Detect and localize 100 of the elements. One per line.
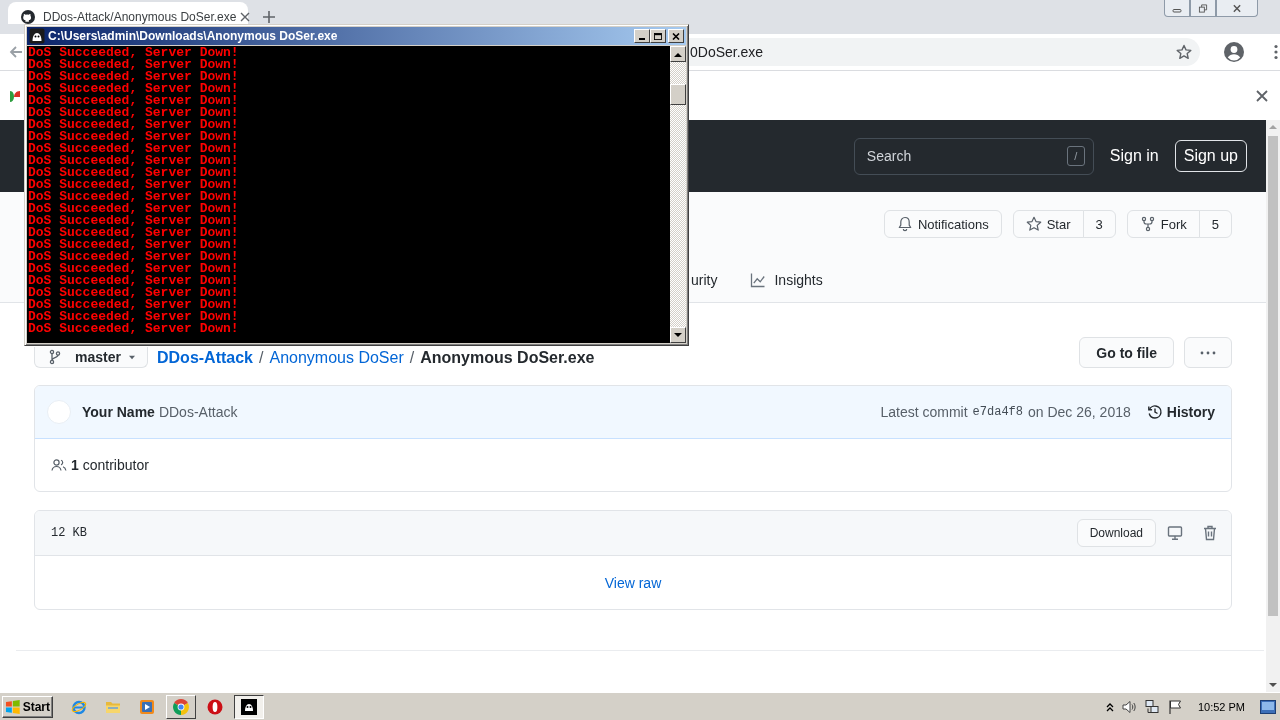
fork-icon (1139, 216, 1156, 232)
console-line: DoS Succeeded, Server Down! (28, 83, 240, 95)
star-count[interactable]: 3 (1082, 210, 1116, 238)
fork-count[interactable]: 5 (1198, 210, 1232, 238)
star-icon (1025, 216, 1042, 232)
repo-tab[interactable]: urity (691, 272, 718, 288)
browser-tab[interactable]: DDos-Attack/Anonymous DoSer.exe (8, 2, 248, 24)
people-icon (51, 457, 67, 473)
close-icon[interactable] (240, 12, 251, 22)
speaker-icon[interactable] (1120, 698, 1137, 715)
breadcrumb-link[interactable]: DDos-Attack (157, 348, 253, 367)
branch-icon (47, 349, 63, 365)
sign-up-button[interactable]: Sign up (1174, 140, 1247, 172)
shortcut-key-hint: / (1066, 146, 1085, 166)
notifications-button[interactable]: Notifications (883, 210, 1002, 238)
flag-icon[interactable] (1166, 698, 1183, 715)
console-line: DoS Succeeded, Server Down! (28, 311, 240, 323)
play-icon (139, 698, 155, 715)
clock[interactable]: 10:52 PM (1197, 700, 1245, 713)
close-icon[interactable] (1256, 89, 1268, 102)
console-line: DoS Succeeded, Server Down! (28, 323, 240, 335)
branch-button[interactable]: master (34, 347, 148, 368)
scrollbar-track[interactable] (1266, 120, 1280, 692)
console-icon (29, 28, 45, 44)
console-line: DoS Succeeded, Server Down! (28, 179, 240, 191)
e-logo-icon (71, 698, 87, 715)
logo-icon (21, 10, 35, 24)
search-field[interactable]: Search / (853, 137, 1094, 175)
fork-button[interactable]: Fork (1126, 210, 1200, 238)
show-desktop-icon[interactable] (1260, 699, 1276, 714)
menu-icon[interactable] (1274, 44, 1278, 60)
commit-message-link[interactable]: DDos-Attack (158, 404, 238, 420)
ring-logo-icon (207, 698, 223, 715)
breadcrumb-separator: / (409, 348, 415, 367)
console-line: DoS Succeeded, Server Down! (28, 167, 240, 179)
windows-flag-icon (5, 698, 21, 715)
network-icon[interactable] (1143, 698, 1160, 715)
chevron-up-icon[interactable] (1105, 701, 1114, 712)
close-icon (672, 32, 680, 40)
console-line: DoS Succeeded, Server Down! (28, 299, 240, 311)
console-line: DoS Succeeded, Server Down! (28, 287, 240, 299)
close-icon (1232, 3, 1242, 13)
scrollbar-thumb[interactable] (670, 84, 686, 105)
more-dots-icon (1200, 350, 1216, 355)
console-line: DoS Succeeded, Server Down! (28, 143, 240, 155)
contributors-link[interactable]: 1 contributor (51, 457, 149, 473)
graph-icon (750, 272, 767, 288)
console-line: DoS Succeeded, Server Down! (28, 215, 240, 227)
commit-date: on Dec 26, 2018 (1028, 404, 1131, 420)
breadcrumb-separator: / (259, 348, 264, 367)
bookmark-star-icon[interactable] (1176, 44, 1192, 60)
account-icon[interactable] (1224, 42, 1244, 62)
history-link[interactable]: History (1146, 404, 1215, 420)
star-button[interactable]: Star (1012, 210, 1084, 238)
console-line: DoS Succeeded, Server Down! (28, 47, 240, 59)
view-raw-link[interactable]: View raw (604, 574, 662, 591)
restore-icon (1198, 3, 1208, 13)
console-line: DoS Succeeded, Server Down! (28, 227, 240, 239)
trash-icon[interactable] (1203, 525, 1217, 541)
file-size: 12 KB (51, 526, 87, 540)
console-line: DoS Succeeded, Server Down! (28, 275, 240, 287)
console-line: DoS Succeeded, Server Down! (28, 203, 240, 215)
scroll-down-button[interactable] (670, 327, 686, 343)
bell-icon (896, 216, 913, 232)
console-scrollbar[interactable] (670, 46, 686, 343)
breadcrumb-link[interactable]: Anonymous DoSer (269, 348, 404, 367)
repo-tab[interactable]: Insights (750, 272, 823, 288)
console-line: DoS Succeeded, Server Down! (28, 95, 240, 107)
console-line: DoS Succeeded, Server Down! (28, 107, 240, 119)
taskbar-app-button[interactable] (234, 694, 264, 719)
download-button[interactable]: Download (1076, 519, 1156, 547)
file-name: Anonymous DoSer.exe (420, 348, 595, 367)
scroll-up-button[interactable] (670, 46, 686, 62)
console-line: DoS Succeeded, Server Down! (28, 191, 240, 203)
console-line: DoS Succeeded, Server Down! (28, 239, 240, 251)
console-line: DoS Succeeded, Server Down! (28, 251, 240, 263)
restore-button[interactable] (1190, 0, 1216, 17)
plus-icon[interactable] (262, 10, 276, 24)
console-icon (241, 698, 257, 715)
round-logo-icon (173, 698, 189, 715)
console-line: DoS Succeeded, Server Down! (28, 263, 240, 275)
back-arrow-icon[interactable] (8, 44, 24, 60)
scrollbar-thumb[interactable] (1268, 136, 1278, 616)
commit-sha-link[interactable]: e7da4f8 (972, 405, 1023, 419)
history-icon (1146, 404, 1163, 420)
sign-in-link[interactable]: Sign in (1109, 147, 1159, 165)
window-title: C:\Users\admin\Downloads\Anonymous DoSer.exe (48, 29, 338, 43)
console-line: DoS Succeeded, Server Down! (28, 71, 240, 83)
desktop-icon[interactable] (1167, 525, 1183, 541)
scroll-up-icon (674, 50, 682, 58)
console-line: DoS Succeeded, Server Down! (28, 119, 240, 131)
go-to-file-button[interactable]: Go to file (1079, 337, 1174, 368)
console-line: DoS Succeeded, Server Down! (28, 155, 240, 167)
caret-icon (128, 354, 135, 360)
author-link[interactable]: Your Name (82, 404, 155, 420)
maximize-icon (654, 32, 662, 40)
maximize-button[interactable] (650, 29, 666, 43)
latest-commit-label: Latest commit (880, 404, 968, 420)
address-bar[interactable]: 0DoSer.exe (689, 38, 1200, 66)
start-button[interactable]: Start (2, 695, 53, 718)
